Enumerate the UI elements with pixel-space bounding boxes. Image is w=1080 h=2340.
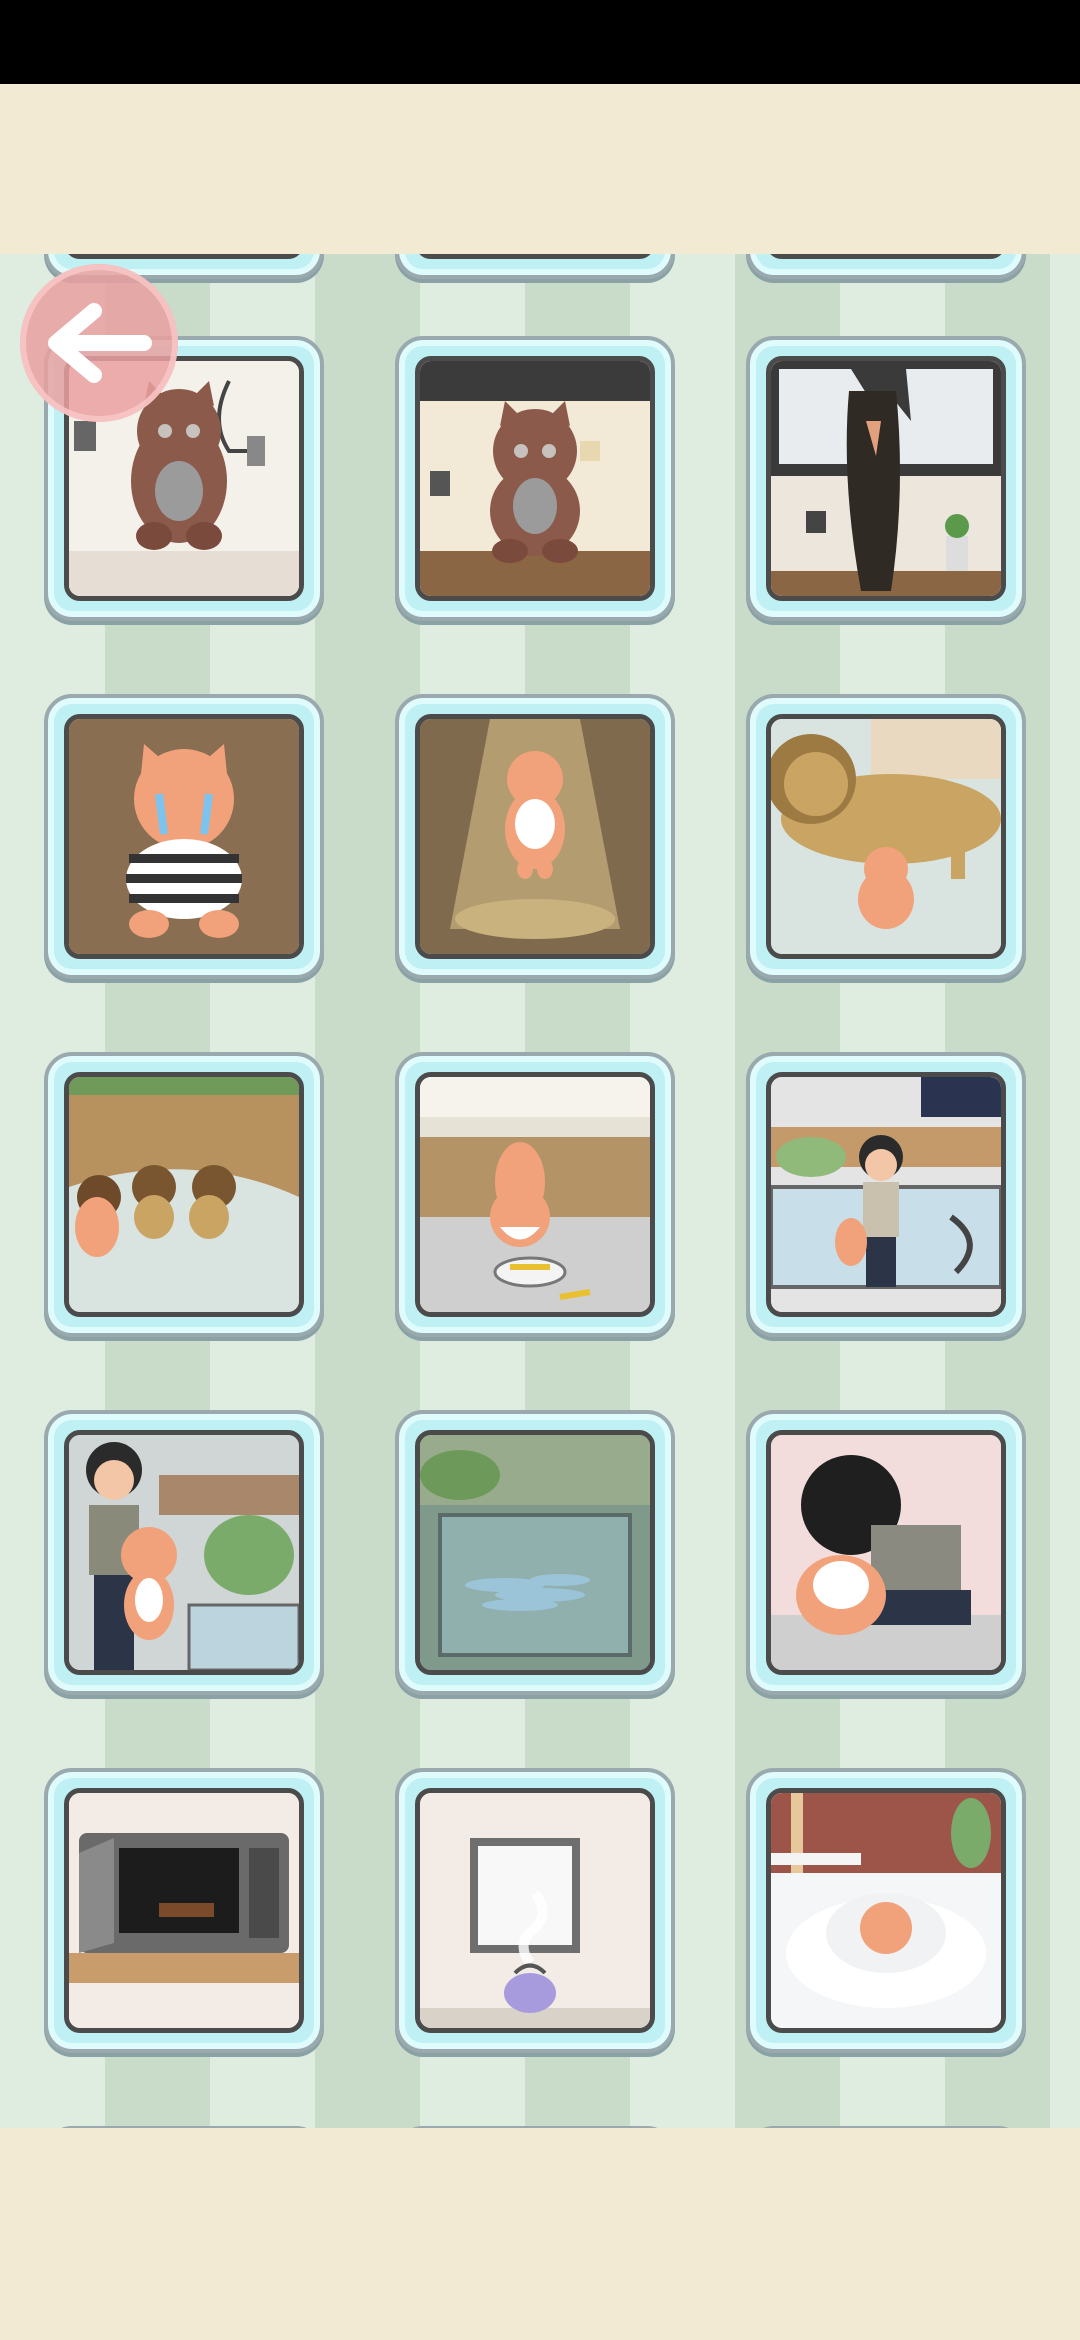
level-tile[interactable] [44, 694, 324, 979]
level-tile[interactable] [746, 336, 1026, 621]
status-bar [0, 0, 1080, 84]
level-thumbnail [64, 1072, 304, 1317]
level-thumbnail [766, 714, 1006, 959]
level-tile[interactable] [746, 694, 1026, 979]
level-thumbnail [415, 1788, 655, 2033]
level-thumbnail [415, 1072, 655, 1317]
level-thumbnail [64, 1430, 304, 1675]
level-tile[interactable] [395, 694, 675, 979]
footer-area [0, 2128, 1080, 2340]
level-tile[interactable] [395, 1410, 675, 1695]
level-grid[interactable] [0, 254, 1080, 2128]
level-tile[interactable] [395, 254, 675, 279]
level-tile[interactable] [746, 1768, 1026, 2053]
level-thumbnail [64, 714, 304, 959]
level-tile[interactable] [395, 1768, 675, 2053]
level-tile[interactable] [44, 1410, 324, 1695]
level-tile[interactable] [746, 1410, 1026, 1695]
header-area [0, 84, 1080, 254]
level-tile[interactable] [44, 1052, 324, 1337]
level-thumbnail [415, 1430, 655, 1675]
level-thumbnail [415, 356, 655, 601]
level-thumbnail [415, 714, 655, 959]
level-thumbnail [766, 1788, 1006, 2033]
level-tile[interactable] [395, 1052, 675, 1337]
back-button[interactable] [20, 264, 178, 422]
level-thumbnail [766, 1430, 1006, 1675]
level-thumbnail [766, 1072, 1006, 1317]
level-tile[interactable] [395, 336, 675, 621]
level-thumbnail [766, 356, 1006, 601]
level-thumbnail [64, 1788, 304, 2033]
level-tile[interactable] [746, 254, 1026, 279]
left-arrow-icon [48, 303, 152, 383]
level-tile[interactable] [746, 1052, 1026, 1337]
level-tile[interactable] [44, 1768, 324, 2053]
